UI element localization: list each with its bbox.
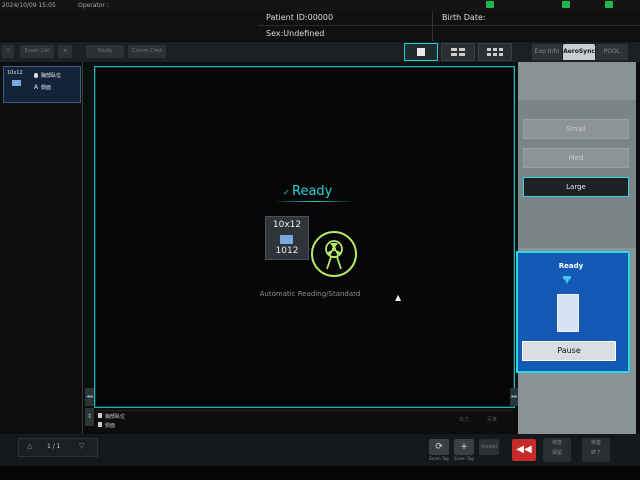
monitor-bezel [0,466,640,480]
exam-hold-button[interactable]: 検査 保留 [543,438,571,462]
cassette-size-box: 10x12 1012 [265,216,309,260]
info-line1: 胸部臥位 [105,414,126,420]
reading-mode-label: Automatic Reading/Standard [259,290,361,298]
thumb-line2: 側面 [41,85,52,91]
single-layout-icon [417,48,425,56]
check-icon: ✓ [283,188,290,197]
collapse-left-icon[interactable]: ◂◂ [85,388,94,406]
size-med-button[interactable]: Med [523,148,629,168]
page-indicator: 1 / 1 [47,443,61,450]
triangle-down-icon[interactable]: ▽ [79,442,84,450]
operator-label: Operator : [78,2,109,9]
size-small-button[interactable]: Small [523,119,629,139]
battery-icon-2 [562,1,570,8]
cassette-icon [12,80,21,86]
birth-date: Birth Date: [442,13,486,22]
ready-label: Ready [292,184,333,199]
viewer-button[interactable]: Viewer [479,439,499,455]
layout-single-button[interactable] [404,43,438,61]
layout-double-button[interactable] [441,43,475,61]
cassette-icon [280,235,293,244]
pause-button[interactable]: Pause [522,341,616,361]
toolbar: ⇧ Exam List ≡ Study Comm Cmd Exp Info Ae… [0,42,640,62]
exam-thumbnail[interactable]: 10x12 胸部臥位 A 側面 [3,66,81,103]
output-button[interactable]: 出力 [459,416,469,423]
exam-list-button[interactable]: Exam List [20,45,54,58]
thumbnail-panel [0,62,83,434]
detector-icon [311,231,357,277]
patient-sex: Sex:Undefined [266,29,325,38]
photo-button[interactable]: 写真 [487,416,497,423]
person-icon [34,73,38,78]
thumb-size: 10x12 [7,70,23,76]
status-label: Ready [558,262,584,270]
ready-underline [274,201,354,202]
cassette-id: 1012 [275,246,299,256]
tab-aerosync[interactable]: AeroSync [563,44,595,60]
exam-tag-refresh-button[interactable]: ⟳ [429,439,449,455]
list-icon[interactable]: ≡ [58,45,72,58]
person-icon [98,413,102,418]
detector-cassette-icon [557,294,579,332]
image-info-strip: 胸部臥位 側面 出力 写真 [95,410,513,433]
exam-end-button[interactable]: 検査 終了 [582,438,610,462]
triangle-up-icon[interactable]: △ [27,442,32,450]
exam-tag-caption-2: Exam Tag [454,456,474,461]
study-button[interactable]: Study [86,45,124,58]
tab-pool[interactable]: POOL [596,44,628,60]
patient-info: Patient ID:00000 Sex:Undefined Birth Dat… [0,11,640,41]
datetime: 2024/10/09 15:05 [2,2,56,9]
layout-grid-button[interactable] [478,43,512,61]
back-button[interactable]: ◀◀ [512,439,536,461]
pager: △ 1 / 1 ▽ [18,438,98,457]
info-line2: 側面 [105,423,116,429]
direction-icon [98,422,102,427]
patient-id: Patient ID:00000 [266,13,334,22]
upload-icon[interactable]: ⇧ [2,45,14,58]
mouse-cursor-icon: ▲ [395,293,402,302]
tab-exp-info[interactable]: Exp Info [532,44,562,60]
exam-tag-add-button[interactable]: + [454,439,474,455]
direction-icon: A [34,84,39,91]
expand-icon[interactable]: ↕ [85,408,94,426]
comm-cmd-button[interactable]: Comm Cmd [128,45,166,58]
battery-icon-3 [605,1,613,8]
thumb-line1: 胸部臥位 [41,73,62,79]
size-large-button[interactable]: Large [523,177,629,197]
cassette-size: 10x12 [272,220,302,230]
exam-tag-caption-1: Exam Tag [429,456,449,461]
battery-icon [486,1,494,8]
